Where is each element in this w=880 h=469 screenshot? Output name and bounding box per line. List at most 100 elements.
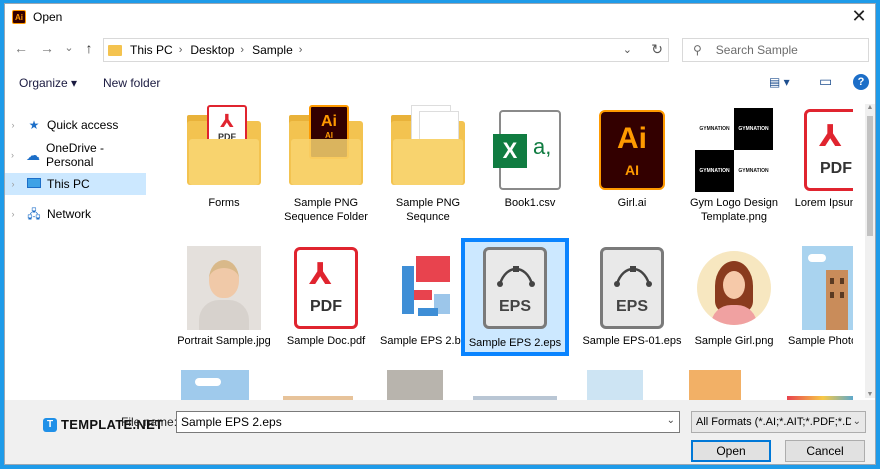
expand-chevron-icon[interactable]: ›: [7, 209, 19, 219]
image-thumbnail: [389, 246, 467, 330]
file-name: Sample PNG Sequnce: [395, 197, 461, 223]
scroll-up-icon[interactable]: ▲: [865, 104, 875, 111]
star-icon: ★: [28, 118, 40, 132]
file-item-sample-eps-2-eps[interactable]: EPS Sample EPS 2.eps: [461, 238, 569, 356]
file-name: Girl.ai: [617, 197, 647, 209]
search-placeholder[interactable]: Search Sample: [716, 43, 798, 57]
address-bar[interactable]: This PC › Desktop › Sample › ⌄ ↻: [103, 38, 669, 62]
folder-icon: Ai AI: [287, 105, 365, 192]
file-type-value: All Formats (*.AI;*.AIT;*.PDF;*.D: [696, 416, 854, 428]
file-name-input[interactable]: Sample EPS 2.eps ⌄: [176, 411, 680, 433]
file-item-sample-photo-1[interactable]: Sample Photo 1.jpg: [785, 242, 853, 370]
file-name: Portrait Sample.jpg: [177, 335, 271, 347]
illustrator-app-icon: Ai: [12, 10, 26, 24]
file-name: Forms: [208, 197, 240, 209]
chevron-down-icon[interactable]: ⌄: [667, 415, 675, 426]
file-item-sample-girl-png[interactable]: Sample Girl.png: [683, 242, 785, 370]
folder-icon: [108, 44, 122, 56]
search-box[interactable]: ⚲ Search Sample: [682, 38, 869, 62]
search-icon: ⚲: [693, 43, 702, 57]
address-dropdown-icon[interactable]: ⌄: [623, 43, 632, 56]
breadcrumb-this-pc[interactable]: This PC: [130, 43, 173, 57]
file-item-portrait-sample[interactable]: Portrait Sample.jpg: [173, 242, 275, 370]
image-thumbnail: [695, 246, 773, 330]
organize-button[interactable]: Organize ▾: [19, 76, 77, 90]
navigation-bar: ← → ⌄ ↑ This PC › Desktop › Sample › ⌄ ↻…: [5, 34, 875, 64]
cloud-icon: ☁: [26, 147, 41, 163]
expand-chevron-icon[interactable]: ›: [7, 150, 18, 160]
file-item-book1-csv[interactable]: Xa, Book1.csv: [479, 104, 581, 232]
file-name: Gym Logo Design Template.png: [689, 197, 779, 223]
image-thumbnail[interactable]: [587, 370, 643, 400]
image-thumbnail[interactable]: [387, 370, 443, 400]
scroll-down-icon[interactable]: ▼: [865, 391, 875, 398]
breadcrumb-chevron-icon: ›: [240, 44, 245, 56]
sidebar-item-onedrive[interactable]: › ☁ OneDrive - Personal: [5, 141, 146, 169]
file-item-sample-doc-pdf[interactable]: ⅄ PDF Sample Doc.pdf: [275, 242, 377, 370]
image-thumbnail: GYMNATION GYMNATION GYMNATION GYMNATION: [695, 108, 773, 192]
sidebar-item-label: Network: [47, 207, 92, 221]
change-view-icon[interactable]: ▤ ▾: [769, 75, 790, 89]
close-button[interactable]: ✕: [847, 6, 871, 28]
file-name-value[interactable]: Sample EPS 2.eps: [181, 415, 282, 429]
expand-chevron-icon[interactable]: ›: [7, 179, 19, 189]
file-name: Sample Photo 1.jpg: [787, 335, 853, 347]
image-thumbnail[interactable]: [689, 370, 741, 400]
file-type-select[interactable]: All Formats (*.AI;*.AIT;*.PDF;*.D ⌄: [691, 411, 866, 433]
excel-csv-icon: Xa,: [491, 108, 569, 192]
sidebar-item-label: This PC: [47, 177, 90, 191]
file-item-lorem-ipsum-pdf[interactable]: ⅄PDF Lorem Ipsum.pdf: [785, 104, 853, 232]
file-item-sample-png-sequence-folder[interactable]: Ai AI Sample PNG Sequence Folder: [275, 104, 377, 232]
navigation-pane: › ★ Quick access › ☁ OneDrive - Personal…: [5, 108, 147, 398]
new-folder-button[interactable]: New folder: [103, 76, 160, 90]
expand-chevron-icon[interactable]: ›: [7, 120, 19, 130]
chevron-down-icon[interactable]: ⌄: [850, 412, 861, 432]
breadcrumb-chevron-icon[interactable]: ›: [299, 44, 303, 56]
help-icon[interactable]: ?: [853, 74, 869, 90]
eps-file-icon: EPS: [593, 246, 671, 330]
breadcrumb-chevron-icon: ›: [178, 44, 183, 56]
folder-icon: ⅄ PDF: [185, 105, 263, 192]
back-arrow-icon[interactable]: ←: [13, 38, 29, 58]
file-name: Sample EPS 2.eps: [468, 337, 562, 349]
illustrator-file-icon: Ai AI: [593, 108, 671, 192]
scrollbar-thumb[interactable]: [867, 116, 873, 236]
recent-locations-icon[interactable]: ⌄: [61, 38, 77, 58]
template-logo-icon: T: [43, 417, 57, 432]
pdf-file-icon: ⅄ PDF: [287, 246, 365, 330]
image-thumbnail[interactable]: [181, 370, 249, 400]
pdf-file-icon: ⅄ PDF: [797, 108, 853, 192]
breadcrumb-sample[interactable]: Sample: [252, 43, 293, 57]
open-dialog: Ai Open ✕ ← → ⌄ ↑ This PC › Desktop › Sa…: [4, 3, 876, 465]
file-item-girl-ai[interactable]: Ai AI Girl.ai: [581, 104, 683, 232]
file-name: Book1.csv: [504, 197, 556, 209]
sidebar-item-quick-access[interactable]: › ★ Quick access: [5, 114, 146, 136]
breadcrumb-desktop[interactable]: Desktop: [190, 43, 234, 57]
forward-arrow-icon[interactable]: →: [39, 38, 55, 58]
vertical-scrollbar[interactable]: ▲ ▼: [865, 104, 875, 398]
up-arrow-icon[interactable]: ↑: [81, 38, 97, 58]
bottom-panel: T TEMPLATE.NET File name: Sample EPS 2.e…: [5, 400, 875, 464]
sidebar-item-this-pc[interactable]: › This PC: [5, 173, 146, 195]
cancel-button[interactable]: Cancel: [785, 440, 865, 462]
file-list: ⅄ PDF Forms Ai AI Sample PNG Sequence Fold…: [173, 104, 853, 400]
file-name: Sample Girl.png: [694, 335, 774, 347]
open-button[interactable]: Open: [691, 440, 771, 462]
file-name: Lorem Ipsum.pdf: [794, 197, 853, 209]
monitor-icon: [27, 177, 41, 191]
eps-file-icon: EPS: [476, 246, 554, 330]
file-item-sample-eps-01-eps[interactable]: EPS Sample EPS-01.eps: [581, 242, 683, 370]
file-name-label: File name:: [121, 415, 178, 429]
sidebar-item-network[interactable]: › 🖧 Network: [5, 203, 146, 225]
file-item-sample-png-sequnce[interactable]: Sample PNG Sequnce: [377, 104, 479, 232]
file-item-forms[interactable]: ⅄ PDF Forms: [173, 104, 275, 232]
preview-pane-icon[interactable]: ▭: [819, 73, 832, 90]
network-icon: 🖧: [27, 207, 41, 221]
file-item-gym-logo-design-template[interactable]: GYMNATION GYMNATION GYMNATION GYMNATION …: [683, 104, 785, 232]
refresh-icon[interactable]: ↻: [651, 41, 663, 58]
sidebar-item-label: OneDrive - Personal: [46, 141, 105, 169]
file-name: Sample EPS-01.eps: [582, 335, 682, 347]
file-name: Sample PNG Sequence Folder: [284, 197, 368, 223]
window-title: Open: [33, 10, 63, 24]
command-toolbar: Organize ▾ New folder ▤ ▾ ▭ ?: [5, 70, 875, 96]
